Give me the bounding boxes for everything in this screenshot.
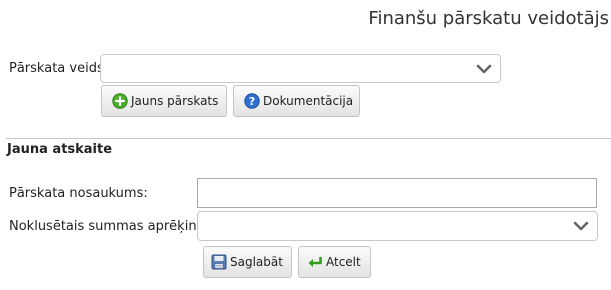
documentation-button[interactable]: ? Dokumentācija: [233, 85, 360, 117]
chevron-down-icon: [573, 221, 589, 231]
save-button[interactable]: Saglabāt: [203, 246, 292, 278]
section-divider: [6, 138, 611, 139]
default-sum-label: Noklusētais summas aprēķins:: [9, 219, 208, 234]
plus-circle-icon: [112, 93, 128, 109]
save-label: Saglabāt: [230, 255, 283, 269]
documentation-label: Dokumentācija: [263, 94, 354, 108]
page-title: Finanšu pārskatu veidotājs: [368, 8, 609, 29]
report-type-select[interactable]: [100, 54, 501, 83]
svg-text:?: ?: [249, 95, 255, 108]
help-icon: ?: [244, 93, 260, 109]
chevron-down-icon: [476, 64, 492, 74]
save-icon: [211, 254, 227, 270]
report-name-label: Pārskata nosaukums:: [9, 186, 148, 201]
report-type-label: Pārskata veids:: [9, 61, 109, 76]
undo-arrow-icon: [308, 257, 322, 267]
default-sum-select[interactable]: [197, 211, 598, 241]
report-name-input[interactable]: [197, 178, 597, 208]
section-title: Jauna atskaite: [7, 142, 113, 157]
cancel-label: Atcelt: [326, 255, 361, 269]
new-report-label: Jauns pārskats: [131, 94, 219, 108]
cancel-button[interactable]: Atcelt: [298, 246, 371, 278]
new-report-button[interactable]: Jauns pārskats: [101, 85, 227, 117]
